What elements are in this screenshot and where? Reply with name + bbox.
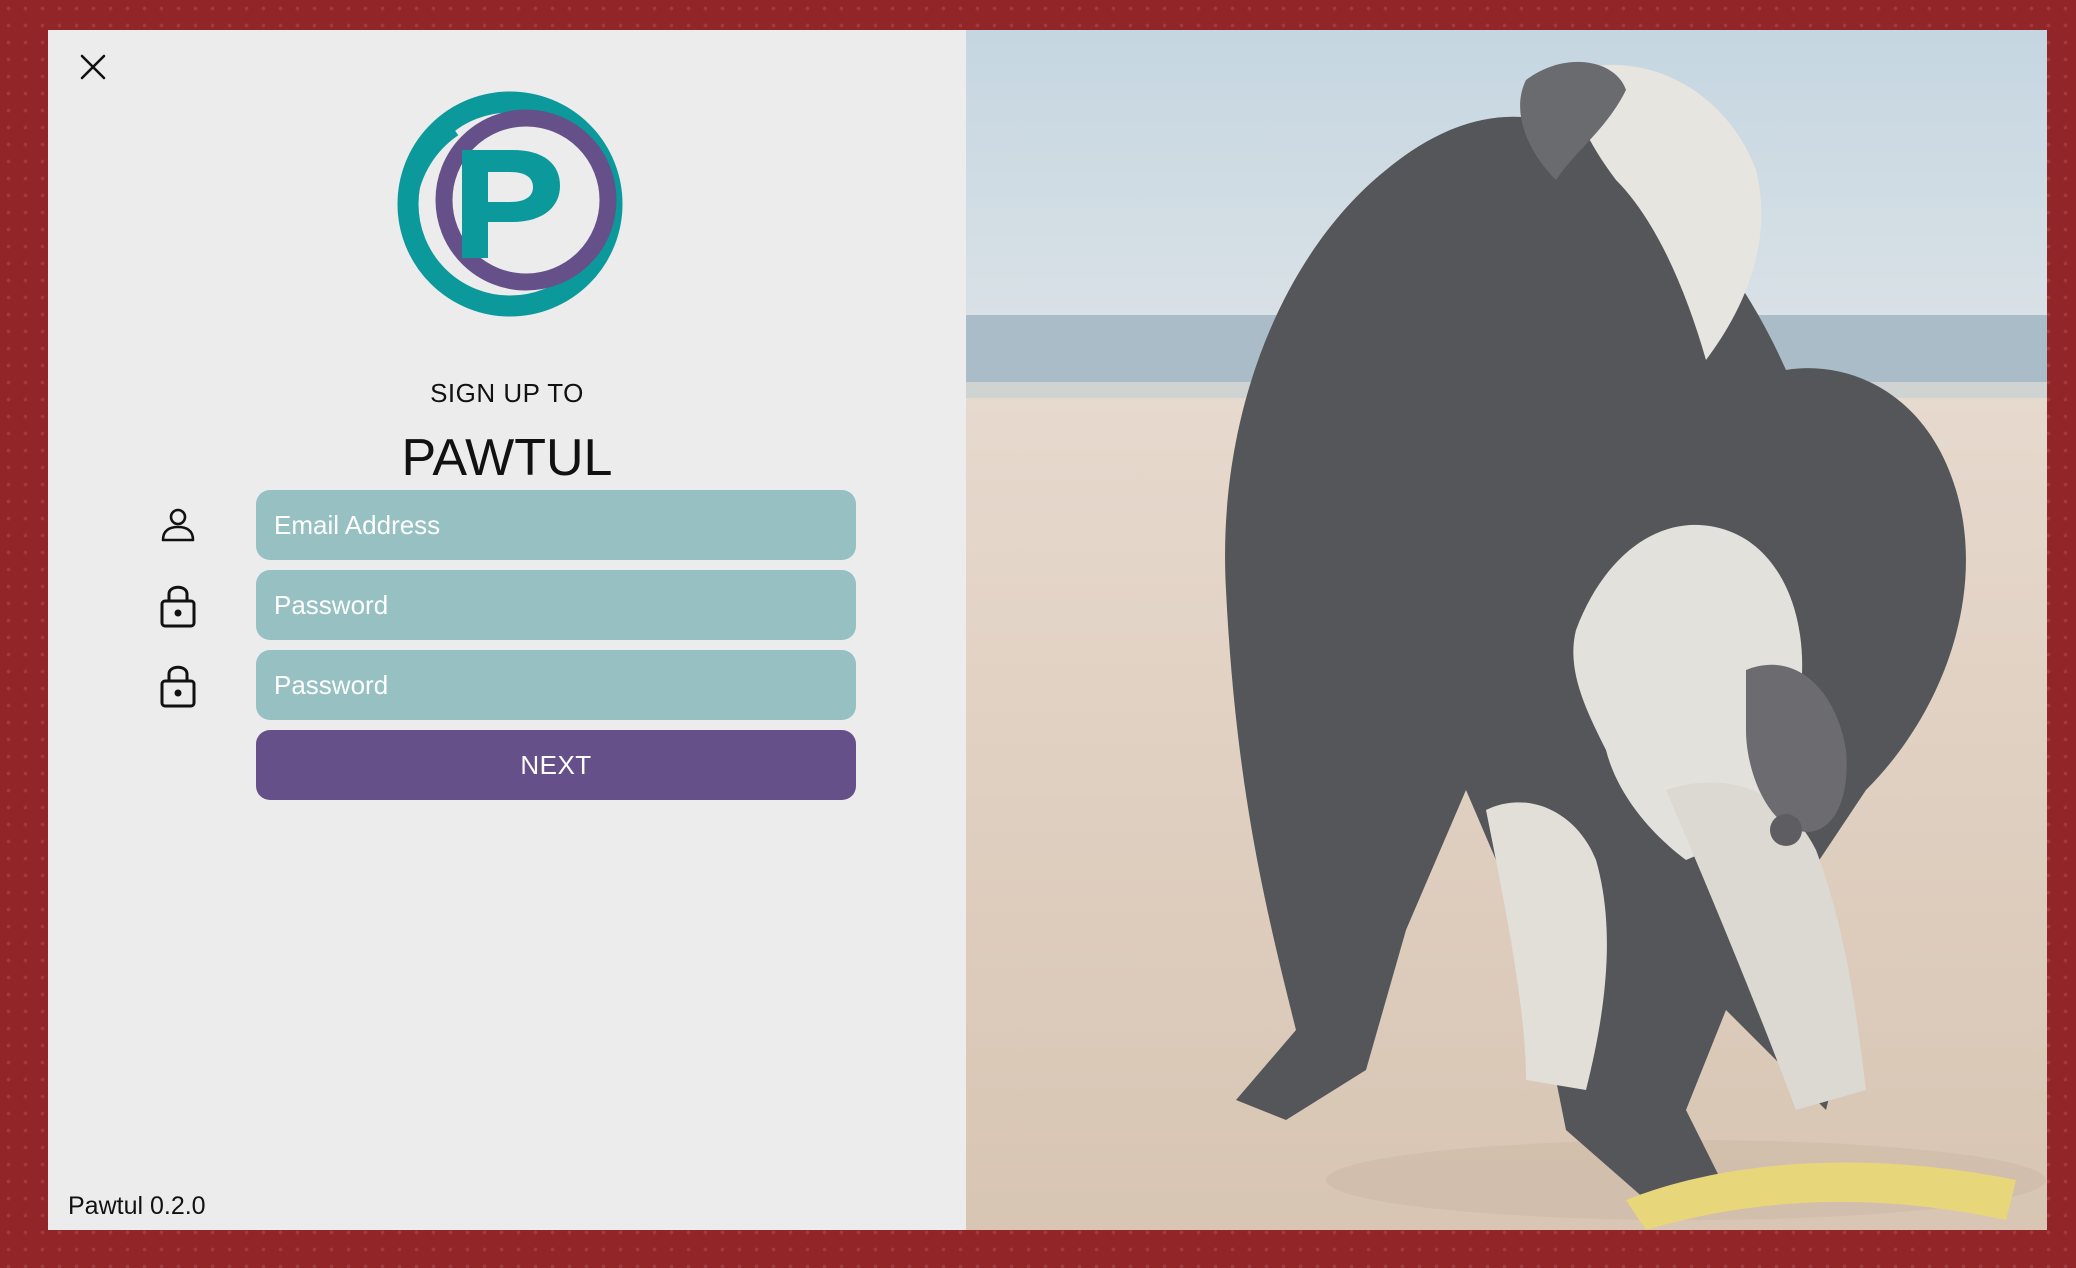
password-row: [148, 570, 858, 640]
app-title: PAWTUL: [401, 429, 613, 487]
email-input[interactable]: [256, 490, 856, 560]
confirm-password-input[interactable]: [256, 650, 856, 720]
signup-panel: SIGN UP TO PAWTUL Email Address NEXT Paw…: [48, 30, 966, 1230]
password-input[interactable]: [256, 570, 856, 640]
signup-window: SIGN UP TO PAWTUL Email Address NEXT Paw…: [48, 30, 2047, 1230]
dog-on-beach-photo: [966, 30, 2047, 1230]
pawtul-logo: [394, 88, 626, 320]
next-button[interactable]: NEXT: [256, 730, 856, 800]
signup-subtitle: SIGN UP TO: [430, 378, 584, 408]
close-icon: [80, 54, 106, 80]
confirm-password-row: [148, 650, 858, 720]
close-button[interactable]: [76, 50, 110, 84]
version-label: Pawtul 0.2.0: [68, 1192, 206, 1220]
lock-icon: [148, 570, 208, 640]
email-row: [148, 490, 858, 560]
lock-icon: [148, 650, 208, 720]
person-icon: [148, 490, 208, 560]
